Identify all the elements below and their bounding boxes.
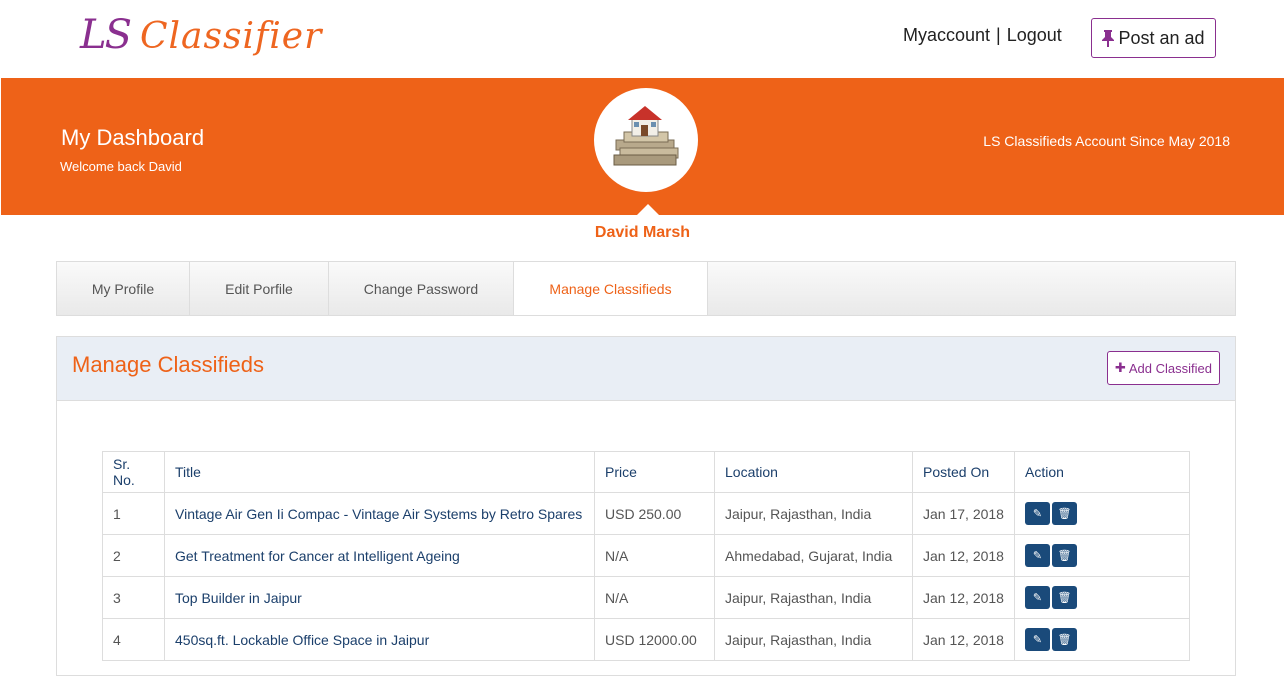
trash-icon[interactable]: 🗑 xyxy=(1052,628,1077,651)
row-posted-on: Jan 12, 2018 xyxy=(912,618,1015,661)
dashboard-banner: My Dashboard Welcome back David LS Class… xyxy=(1,78,1284,215)
tab-manage-classifieds[interactable]: Manage Classifieds xyxy=(514,262,708,315)
row-price: N/A xyxy=(594,534,715,577)
avatar xyxy=(594,88,698,192)
trash-icon[interactable]: 🗑 xyxy=(1052,544,1077,567)
trash-icon[interactable]: 🗑 xyxy=(1052,586,1077,609)
tab-change-password[interactable]: Change Password xyxy=(329,262,514,315)
col-location: Location xyxy=(714,451,913,493)
row-title-link[interactable]: Vintage Air Gen Ii Compac - Vintage Air … xyxy=(175,506,582,522)
logout-link[interactable]: Logout xyxy=(1007,25,1062,46)
trash-icon[interactable]: 🗑 xyxy=(1052,502,1077,525)
table-row: 1 Vintage Air Gen Ii Compac - Vintage Ai… xyxy=(102,492,1190,535)
profile-tabs: My Profile Edit Porfile Change Password … xyxy=(56,261,1236,316)
tab-my-profile[interactable]: My Profile xyxy=(57,262,190,315)
row-price: USD 250.00 xyxy=(594,492,715,535)
row-sr-no: 3 xyxy=(102,576,165,619)
row-actions: ✎ 🗑 xyxy=(1014,576,1190,619)
pencil-icon[interactable]: ✎ xyxy=(1025,586,1050,609)
row-actions: ✎ 🗑 xyxy=(1014,618,1190,661)
row-location: Jaipur, Rajasthan, India xyxy=(714,492,913,535)
col-posted-on: Posted On xyxy=(912,451,1015,493)
post-ad-button[interactable]: Post an ad xyxy=(1091,18,1216,58)
row-posted-on: Jan 12, 2018 xyxy=(912,534,1015,577)
house-money-icon xyxy=(613,106,679,166)
tab-edit-profile[interactable]: Edit Porfile xyxy=(190,262,329,315)
myaccount-link[interactable]: Myaccount xyxy=(903,25,990,46)
row-price: USD 12000.00 xyxy=(594,618,715,661)
row-posted-on: Jan 17, 2018 xyxy=(912,492,1015,535)
plus-icon: ✚ xyxy=(1114,360,1126,375)
row-title-link[interactable]: Get Treatment for Cancer at Intelligent … xyxy=(175,548,460,564)
col-price: Price xyxy=(594,451,715,493)
table-row: 2 Get Treatment for Cancer at Intelligen… xyxy=(102,534,1190,577)
pencil-icon[interactable]: ✎ xyxy=(1025,628,1050,651)
logo-ls: LS xyxy=(80,12,132,58)
top-bar: LS Classifier Myaccount | Logout Post an… xyxy=(0,0,1285,78)
row-sr-no: 1 xyxy=(102,492,165,535)
row-location: Jaipur, Rajasthan, India xyxy=(714,618,913,661)
row-price: N/A xyxy=(594,576,715,619)
link-separator: | xyxy=(996,25,1001,45)
add-classified-label: Add Classified xyxy=(1128,360,1212,376)
account-links: Myaccount | Logout xyxy=(903,25,1062,46)
table-header-row: Sr. No. Title Price Location Posted On A… xyxy=(102,451,1190,493)
col-sr-no: Sr. No. xyxy=(102,451,165,493)
dashboard-title: My Dashboard xyxy=(61,125,205,150)
post-ad-label: Post an ad xyxy=(1118,27,1205,48)
table-row: 4 450sq.ft. Lockable Office Space in Jai… xyxy=(102,618,1190,661)
add-classified-button[interactable]: ✚ Add Classified xyxy=(1107,351,1220,385)
pencil-icon[interactable]: ✎ xyxy=(1025,502,1050,525)
row-actions: ✎ 🗑 xyxy=(1014,492,1190,535)
row-title-link[interactable]: Top Builder in Jaipur xyxy=(175,590,302,606)
classifieds-table: Sr. No. Title Price Location Posted On A… xyxy=(102,451,1190,661)
col-title: Title xyxy=(164,451,595,493)
welcome-text: Welcome back David xyxy=(60,159,182,174)
row-actions: ✎ 🗑 xyxy=(1014,534,1190,577)
col-action: Action xyxy=(1014,451,1190,493)
pencil-icon[interactable]: ✎ xyxy=(1025,544,1050,567)
banner-notch xyxy=(637,204,659,215)
site-logo[interactable]: LS Classifier xyxy=(80,12,322,64)
row-sr-no: 2 xyxy=(102,534,165,577)
row-location: Ahmedabad, Gujarat, India xyxy=(714,534,913,577)
panel-title: Manage Classifieds xyxy=(72,352,264,377)
account-since-text: LS Classifieds Account Since May 2018 xyxy=(983,133,1230,149)
row-posted-on: Jan 12, 2018 xyxy=(912,576,1015,619)
panel-header: Manage Classifieds ✚ Add Classified xyxy=(57,337,1235,401)
pin-icon xyxy=(1102,29,1115,47)
manage-classifieds-panel: Manage Classifieds ✚ Add Classified Sr. … xyxy=(56,336,1236,676)
row-sr-no: 4 xyxy=(102,618,165,661)
table-row: 3 Top Builder in Jaipur N/A Jaipur, Raja… xyxy=(102,576,1190,619)
user-name: David Marsh xyxy=(594,224,691,241)
logo-text: Classifier xyxy=(139,16,323,57)
row-title-link[interactable]: 450sq.ft. Lockable Office Space in Jaipu… xyxy=(175,632,429,648)
row-location: Jaipur, Rajasthan, India xyxy=(714,576,913,619)
